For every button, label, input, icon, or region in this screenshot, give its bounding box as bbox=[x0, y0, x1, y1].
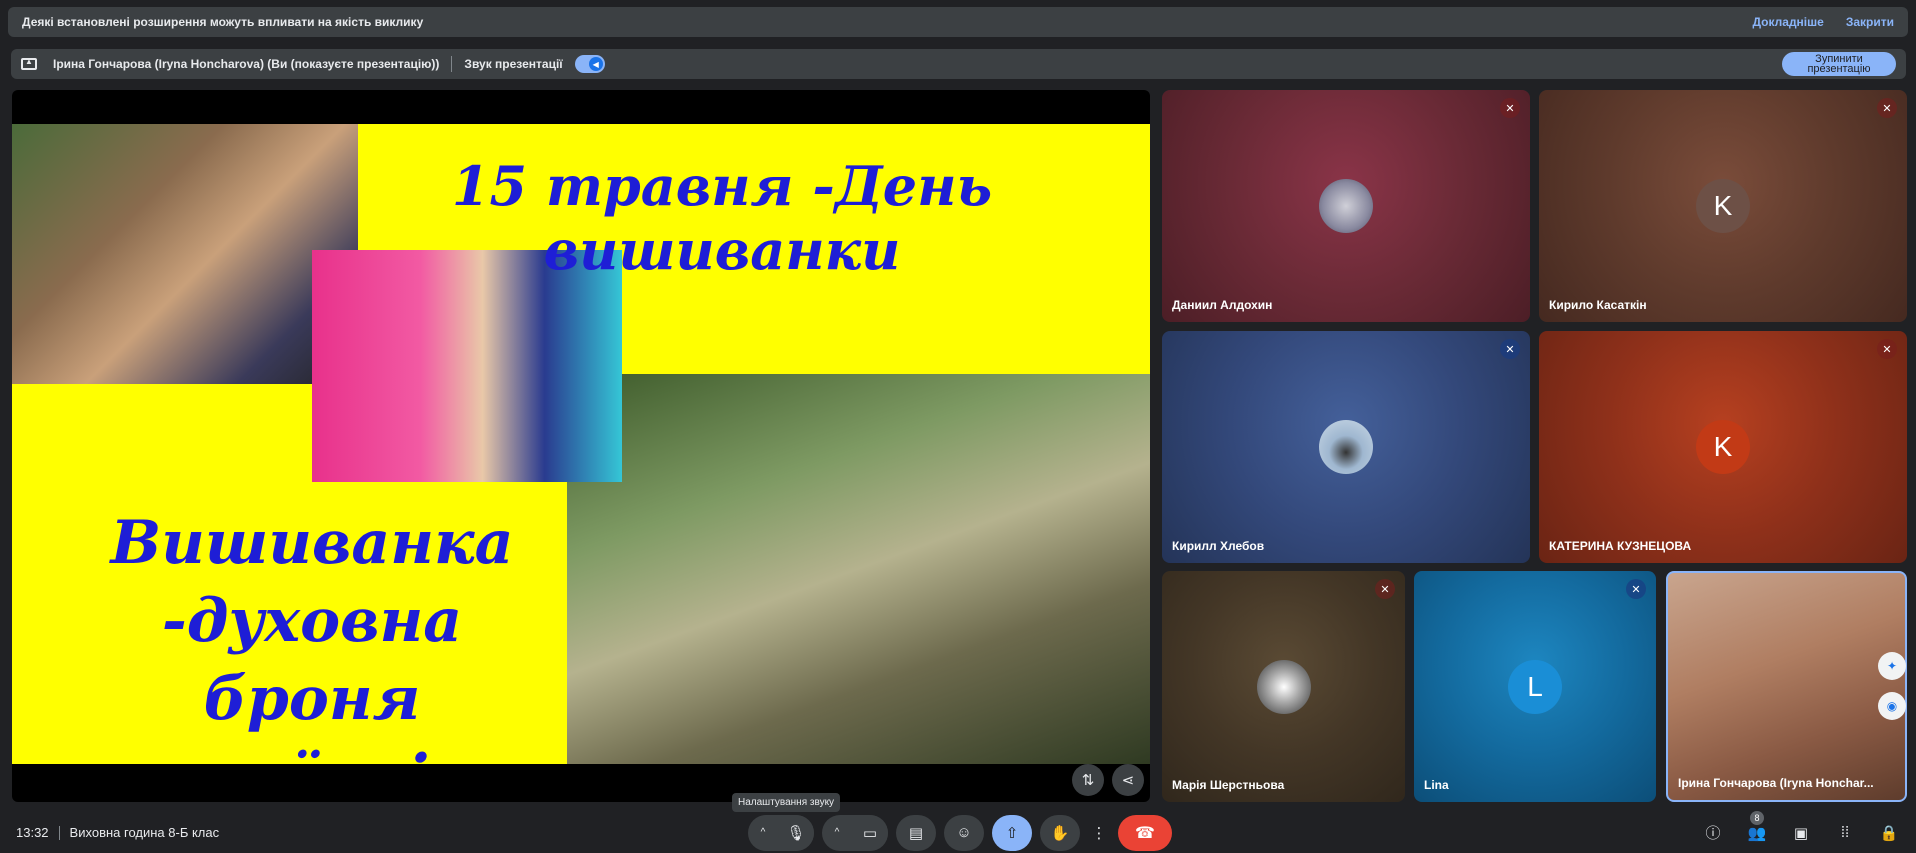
captions-button[interactable]: ▤ bbox=[896, 814, 936, 851]
more-vert-icon: ⋮ bbox=[1091, 824, 1107, 842]
participant-tile[interactable]: ✕ Кирилл Хлебов bbox=[1162, 331, 1530, 563]
effects-icon[interactable]: ✦ bbox=[1878, 652, 1906, 680]
video-options-chevron-icon[interactable]: ^ bbox=[822, 827, 852, 838]
self-video-tile[interactable]: Ірина Гончарова (Iryna Honchar... bbox=[1666, 571, 1907, 802]
participant-name: Марія Шерстньова bbox=[1172, 778, 1285, 792]
presentation-stage: 15 травня -День вишиванки Вишиванка -дух… bbox=[12, 90, 1150, 802]
current-time: 13:32 bbox=[16, 824, 49, 840]
extensions-warning-banner: Деякі встановлені розширення можуть впли… bbox=[8, 7, 1908, 37]
microphone-icon[interactable]: 🎙 bbox=[778, 814, 814, 851]
participant-tile[interactable]: ✕ Даниил Алдохин bbox=[1162, 90, 1530, 322]
participant-tile[interactable]: ✕ K КАТЕРИНА КУЗНЕЦОВА bbox=[1539, 331, 1907, 563]
participant-name: Кирилл Хлебов bbox=[1172, 539, 1265, 553]
slide-subtitle-line: Вишиванка bbox=[110, 508, 514, 578]
audio-options-chevron-icon[interactable]: ^ bbox=[748, 827, 778, 838]
swap-layout-icon[interactable]: ⇅ bbox=[1072, 764, 1104, 796]
participant-tile[interactable]: ✕ Марія Шерстньова bbox=[1162, 571, 1405, 802]
present-screen-icon bbox=[21, 57, 37, 70]
chat-icon[interactable]: ▣ bbox=[1790, 822, 1812, 844]
reactions-button[interactable]: ☺ bbox=[944, 814, 984, 851]
presentation-bar: Ірина Гончарова (Iryna Honcharova) (Ви (… bbox=[11, 49, 1906, 79]
camera-icon[interactable]: ▭ bbox=[852, 814, 888, 851]
participant-name: Даниил Алдохин bbox=[1172, 298, 1273, 312]
participant-name: Ірина Гончарова (Iryna Honchar... bbox=[1678, 776, 1874, 790]
participant-name: Lina bbox=[1424, 778, 1449, 792]
bottom-bar: 13:32 Виховна година 8-Б клас ^ 🎙 ^ ▭ ▤ ☺… bbox=[0, 810, 1916, 853]
slide: 15 травня -День вишиванки Вишиванка -дух… bbox=[12, 124, 1150, 764]
leave-call-button[interactable]: ☎ bbox=[1118, 814, 1172, 851]
participant-name: КАТЕРИНА КУЗНЕЦОВА bbox=[1549, 539, 1692, 553]
presentation-sound-label: Звук презентації bbox=[464, 57, 563, 71]
avatar bbox=[1256, 659, 1311, 714]
camera-control: ^ ▭ bbox=[822, 814, 888, 851]
meeting-title: Виховна година 8-Б клас bbox=[69, 824, 220, 840]
audio-settings-tooltip: Налаштування звуку bbox=[732, 793, 841, 812]
banner-message: Деякі встановлені розширення можуть впли… bbox=[22, 15, 424, 29]
avatar: K bbox=[1696, 179, 1750, 233]
stop-presenting-button[interactable]: Зупинити презентацію bbox=[1782, 52, 1896, 76]
hand-icon: ✋ bbox=[1050, 824, 1070, 842]
people-count-badge: 8 bbox=[1750, 810, 1764, 825]
host-controls-icon[interactable]: 🔒 bbox=[1878, 822, 1900, 844]
raise-hand-button[interactable]: ✋ bbox=[1040, 814, 1080, 851]
captions-icon: ▤ bbox=[908, 824, 924, 842]
mic-off-icon: ✕ bbox=[1877, 98, 1897, 118]
mic-off-icon: ✕ bbox=[1375, 579, 1395, 599]
close-banner-link[interactable]: Закрити bbox=[1846, 15, 1894, 29]
microphone-control: ^ 🎙 bbox=[748, 814, 814, 851]
avatar: K bbox=[1696, 420, 1750, 474]
slide-subtitle: Вишиванка -духовна броня українців. bbox=[52, 504, 572, 764]
slide-title: 15 травня -День вишиванки bbox=[451, 154, 993, 282]
slide-subtitle-line: -духовна броня bbox=[161, 586, 463, 734]
participant-name: Кирило Касаткін bbox=[1549, 298, 1647, 312]
mic-off-icon: ✕ bbox=[1500, 98, 1520, 118]
divider bbox=[451, 56, 453, 72]
avatar bbox=[1319, 420, 1373, 474]
speaker-icon: ◀ bbox=[588, 57, 603, 71]
phone-hangup-icon: ☎ bbox=[1135, 824, 1155, 842]
extension-icon[interactable]: ◉ bbox=[1878, 692, 1906, 720]
mic-off-icon: ✕ bbox=[1500, 339, 1520, 359]
people-icon[interactable]: 8 👥 bbox=[1746, 810, 1768, 844]
share-icon[interactable]: ⋖ bbox=[1112, 764, 1144, 796]
meeting-details-icon[interactable]: ⓘ bbox=[1702, 822, 1724, 844]
presenter-label: Ірина Гончарова (Iryna Honcharova) (Ви (… bbox=[53, 57, 440, 71]
meeting-info: 13:32 Виховна година 8-Б клас bbox=[16, 825, 219, 841]
presentation-sound-toggle[interactable]: ◀ bbox=[574, 55, 605, 73]
activities-icon[interactable]: ⁞⁞ bbox=[1834, 822, 1856, 844]
mic-off-icon: ✕ bbox=[1877, 339, 1897, 359]
more-options-button[interactable]: ⋮ bbox=[1088, 815, 1110, 851]
present-screen-icon: ⇧ bbox=[1005, 824, 1019, 842]
slide-subtitle-line: українців. bbox=[52, 738, 572, 764]
participant-tile[interactable]: ✕ K Кирило Касаткін bbox=[1539, 90, 1907, 322]
avatar: L bbox=[1508, 659, 1562, 714]
avatar bbox=[1319, 179, 1373, 233]
present-button[interactable]: ⇧ bbox=[992, 814, 1032, 851]
emoji-icon: ☺ bbox=[956, 824, 972, 841]
mic-off-icon: ✕ bbox=[1626, 579, 1646, 599]
learn-more-link[interactable]: Докладніше bbox=[1752, 15, 1823, 29]
slide-photo-soldiers bbox=[567, 374, 1150, 764]
participant-tile[interactable]: ✕ L Lina bbox=[1414, 571, 1656, 802]
slide-photo-girl-boy bbox=[312, 250, 622, 482]
